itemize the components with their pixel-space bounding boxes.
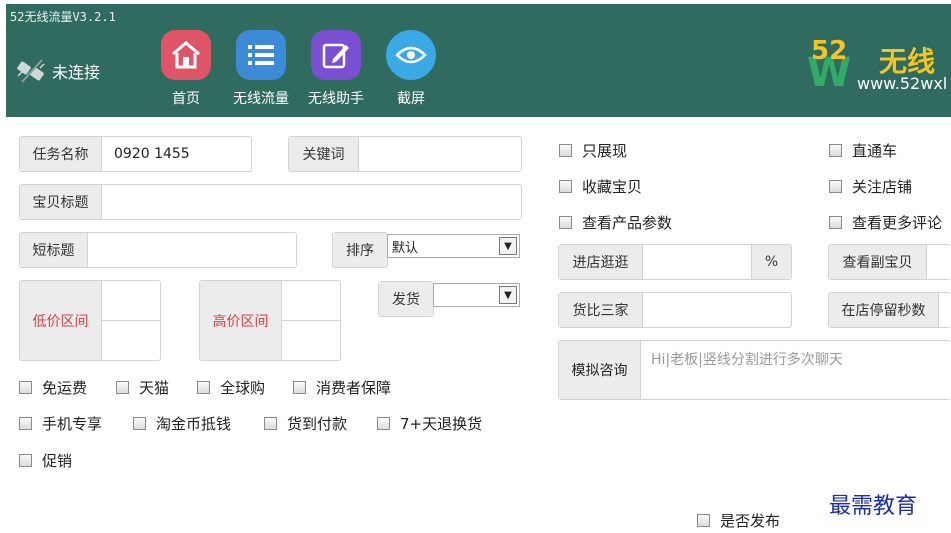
nav-home-button[interactable]: 首页 <box>146 30 226 108</box>
nav-wireless-assistant-button[interactable]: 无线助手 <box>296 30 376 108</box>
low-price-label: 低价区间 <box>20 281 102 360</box>
chevron-down-icon[interactable]: ▼ <box>499 286 517 304</box>
view-sub-item-label: 查看副宝贝 <box>829 245 927 279</box>
nav-screenshot-label: 截屏 <box>397 91 425 107</box>
browse-store-label: 进店逛逛 <box>559 245 643 279</box>
checkbox-cod[interactable]: 货到付款 <box>264 413 347 434</box>
checkbox-icon[interactable] <box>559 144 572 157</box>
high-price-min-input[interactable] <box>282 281 340 321</box>
checkbox-mobile-exclusive[interactable]: 手机专享 <box>19 413 102 434</box>
nav-wireless-traffic-label: 无线流量 <box>233 91 289 107</box>
keyword-label: 关键词 <box>289 137 359 171</box>
checkbox-tmall[interactable]: 天猫 <box>116 377 169 398</box>
checkbox-icon[interactable] <box>116 381 129 394</box>
nav-wireless-assistant-label: 无线助手 <box>308 91 364 107</box>
task-name-field[interactable]: 任务名称 0920 1455 <box>19 136 252 172</box>
connection-status: 未连接 <box>16 58 100 84</box>
nav-home-label: 首页 <box>172 91 200 107</box>
nav-wireless-traffic-button[interactable]: 无线流量 <box>221 30 301 108</box>
high-price-max-input[interactable] <box>282 321 340 360</box>
ship-label: 发货 <box>379 282 433 316</box>
stay-seconds-field[interactable]: 在店停留秒数 <box>828 292 951 328</box>
checkbox-icon[interactable] <box>19 417 32 430</box>
keyword-input[interactable] <box>359 137 521 171</box>
sort-label-box: 排序 <box>332 232 388 268</box>
short-title-label: 短标题 <box>20 233 88 267</box>
chevron-down-icon[interactable]: ▼ <box>499 237 517 255</box>
compare-field[interactable]: 货比三家 <box>558 292 792 328</box>
checkbox-icon[interactable] <box>377 417 390 430</box>
high-price-range: 高价区间 <box>199 280 341 361</box>
consult-label: 模拟咨询 <box>559 341 641 399</box>
app-header: 52无线流量V3.2.1 未连接 首页 无线流量 无线助手 截屏 W 52 无线… <box>6 4 951 117</box>
checkbox-free-shipping[interactable]: 免运费 <box>19 377 87 398</box>
checkbox-impression-only[interactable]: 只展现 <box>559 140 627 161</box>
percent-unit: % <box>751 245 791 279</box>
checkbox-7day-return[interactable]: 7+天退换货 <box>377 413 482 434</box>
checkbox-icon[interactable] <box>293 381 306 394</box>
ship-select[interactable]: ▼ <box>433 283 520 307</box>
sort-select-value: 默认 <box>392 240 419 256</box>
sort-label: 排序 <box>333 233 387 267</box>
checkbox-express-train[interactable]: 直通车 <box>829 140 897 161</box>
checkbox-icon[interactable] <box>829 216 842 229</box>
short-title-input[interactable] <box>88 233 296 267</box>
home-icon <box>161 30 211 80</box>
disconnected-plug-icon <box>17 59 45 83</box>
checkbox-icon[interactable] <box>559 180 572 193</box>
view-sub-item-input[interactable] <box>927 245 951 279</box>
browse-store-input[interactable] <box>643 245 751 279</box>
checkbox-icon[interactable] <box>133 417 146 430</box>
checkbox-global-buy[interactable]: 全球购 <box>197 377 265 398</box>
consult-field[interactable]: 模拟咨询 Hi|老板|竖线分割进行多次聊天 <box>558 340 951 400</box>
checkbox-icon[interactable] <box>829 144 842 157</box>
short-title-field[interactable]: 短标题 <box>19 232 297 268</box>
checkbox-taojinbi[interactable]: 淘金币抵钱 <box>133 413 231 434</box>
item-title-field[interactable]: 宝贝标题 <box>19 184 522 220</box>
checkbox-view-more-reviews[interactable]: 查看更多评论 <box>829 212 951 233</box>
watermark-text: 最需教育 <box>829 494 918 519</box>
nav-screenshot-button[interactable]: 截屏 <box>371 30 451 108</box>
ship-label-box: 发货 <box>378 281 434 317</box>
checkbox-icon[interactable] <box>829 180 842 193</box>
checkbox-icon[interactable] <box>197 381 210 394</box>
low-price-range: 低价区间 <box>19 280 161 361</box>
compare-label: 货比三家 <box>559 293 643 327</box>
item-title-label: 宝贝标题 <box>20 185 102 219</box>
list-icon <box>236 30 286 80</box>
checkbox-consumer-protection[interactable]: 消费者保障 <box>293 377 391 398</box>
stay-seconds-input[interactable] <box>939 293 951 327</box>
compare-input[interactable] <box>643 293 791 327</box>
stay-seconds-label: 在店停留秒数 <box>829 293 939 327</box>
window-title: 52无线流量V3.2.1 <box>10 10 116 24</box>
brand-logo: W 52 无线 www.52wxl <box>807 38 948 96</box>
browse-store-field[interactable]: 进店逛逛 % <box>558 244 792 280</box>
high-price-label: 高价区间 <box>200 281 282 360</box>
edit-icon <box>311 30 361 80</box>
checkbox-icon[interactable] <box>264 417 277 430</box>
checkbox-icon[interactable] <box>19 381 32 394</box>
checkbox-favorite-item[interactable]: 收藏宝贝 <box>559 176 642 197</box>
keyword-field[interactable]: 关键词 <box>288 136 522 172</box>
checkbox-view-params[interactable]: 查看产品参数 <box>559 212 672 233</box>
sort-select[interactable]: 默认 ▼ <box>387 234 520 258</box>
checkbox-icon[interactable] <box>19 454 32 467</box>
consult-textarea[interactable]: Hi|老板|竖线分割进行多次聊天 <box>641 341 853 399</box>
eye-icon <box>386 30 436 80</box>
checkbox-promotion[interactable]: 促销 <box>19 450 72 471</box>
connection-status-label: 未连接 <box>52 63 101 82</box>
task-name-label: 任务名称 <box>20 137 102 171</box>
view-sub-item-field[interactable]: 查看副宝贝 <box>828 244 951 280</box>
task-name-input[interactable]: 0920 1455 <box>102 137 251 171</box>
checkbox-follow-store[interactable]: 关注店铺 <box>829 176 912 197</box>
item-title-input[interactable] <box>102 185 521 219</box>
low-price-min-input[interactable] <box>102 281 160 321</box>
low-price-max-input[interactable] <box>102 321 160 360</box>
checkbox-icon[interactable] <box>559 216 572 229</box>
checkbox-icon[interactable] <box>697 514 710 527</box>
checkbox-publish[interactable]: 是否发布 <box>697 510 780 531</box>
